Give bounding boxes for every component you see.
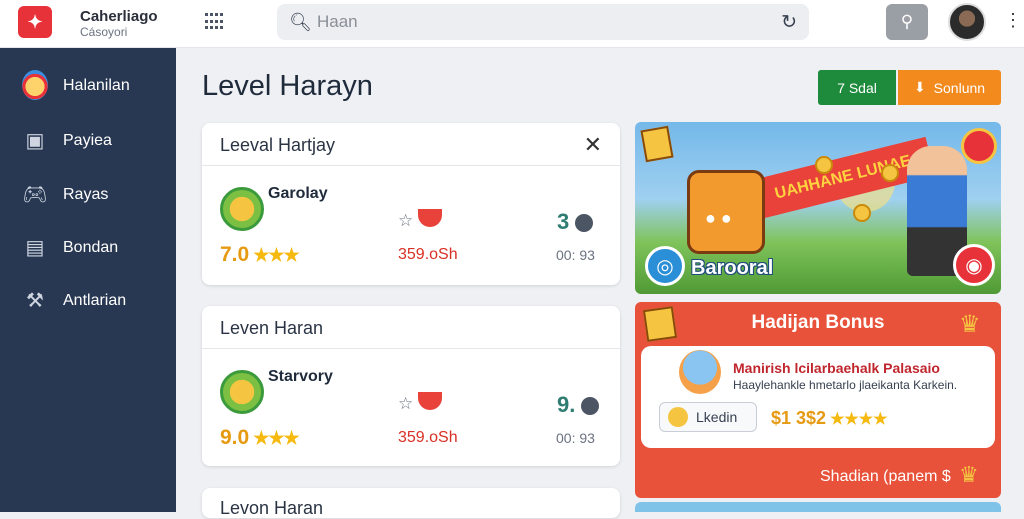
bonus-title: Hadijan Bonus xyxy=(751,312,885,333)
sidebar-item-label: Payiea xyxy=(63,132,112,149)
search-button-icon: ⚲ xyxy=(900,12,914,31)
rating: 9.0 ★★★ xyxy=(220,426,300,450)
count-value: 3 xyxy=(557,209,570,234)
tools-icon: ⚒ xyxy=(26,289,44,312)
green-action-button[interactable]: 7 Sdal xyxy=(818,70,896,105)
bonus-amount: $1 3$2 ★★★★ xyxy=(771,408,887,429)
level-card[interactable]: Levon Haran xyxy=(202,488,620,518)
brand-title: Caherliago xyxy=(80,8,158,25)
more-vertical-icon[interactable]: ⋮ xyxy=(1004,10,1022,31)
refresh-icon[interactable]: ↻ xyxy=(781,11,797,34)
blue-round-badge-icon[interactable]: ◎ xyxy=(645,246,685,286)
sidebar-item-label: Rayas xyxy=(63,186,109,203)
game-name: Garolay xyxy=(268,185,328,202)
bonus-footer-text[interactable]: Shadian (panem $ xyxy=(820,468,951,486)
price: 359.oSh xyxy=(398,429,458,446)
star-outline-icon[interactable]: ☆ xyxy=(398,211,413,231)
time: 00: 93 xyxy=(556,247,595,263)
stars-icon: ★★★★ xyxy=(830,411,888,428)
orange-action-button[interactable]: ⬇ Sonlunn xyxy=(898,70,1001,105)
search-bar: 🔍︎ ↻ xyxy=(277,4,809,40)
badge-icon xyxy=(581,397,600,416)
bowl-icon xyxy=(418,209,442,227)
inbox-icon: ▣ xyxy=(25,129,45,152)
top-bar: ✦ Caherliago Cásoyori 🔍︎ ↻ ⚲ ⋮ xyxy=(0,0,1024,48)
count: 9. xyxy=(557,392,600,418)
level-card[interactable]: Leeval Hartjay ✕ Garolay 7.0 ★★★ ☆ 359.oS… xyxy=(202,123,620,285)
search-button[interactable]: ⚲ xyxy=(886,4,928,40)
divider xyxy=(202,348,620,349)
bowl-icon xyxy=(418,392,442,410)
sidebar-item-antlarian[interactable]: ⚒ Antlarian xyxy=(0,279,176,323)
game-icon xyxy=(220,187,264,231)
card-title: Leeval Hartjay xyxy=(220,135,336,155)
sidebar-item-halanilan[interactable]: Halanilan xyxy=(0,64,176,108)
sidebar-item-label: Antlarian xyxy=(63,292,127,309)
rating-value: 9.0 xyxy=(220,426,250,449)
rating: 7.0 ★★★ xyxy=(220,243,300,267)
crown-icon: ♛ xyxy=(959,311,981,338)
count-value: 9. xyxy=(557,392,576,417)
app-logo-icon[interactable]: ✦ xyxy=(18,6,52,38)
avatar[interactable] xyxy=(948,3,986,41)
sidebar-item-label: Bondan xyxy=(63,239,119,256)
coin-icon xyxy=(815,156,833,174)
bag-face-icon: ● ● xyxy=(705,208,732,228)
next-banner-edge xyxy=(635,502,1001,512)
smiley-icon xyxy=(668,407,688,427)
coin-icon xyxy=(881,164,899,182)
promo-banner[interactable]: UAHHANE LUNAE ● ● ◎ Barooral ◉ xyxy=(635,122,1001,294)
sidebar: Halanilan ▣ Payiea 🎮︎ Rayas ▤ Bondan ⚒ A… xyxy=(0,48,176,512)
pill-label: Lkedin xyxy=(696,409,738,425)
divider xyxy=(202,165,620,166)
rating-value: 7.0 xyxy=(220,243,250,266)
coin-icon xyxy=(853,204,871,222)
card-title: Levon Haran xyxy=(220,498,324,518)
id-card-icon: ▤ xyxy=(25,236,45,259)
bonus-headline: Manirish lcilarbaehalk Palasaio xyxy=(733,360,940,376)
level-card[interactable]: Leven Haran Starvory 9.0 ★★★ ☆ 359.oSh 9.… xyxy=(202,306,620,466)
stars-icon: ★★★ xyxy=(253,428,299,448)
grid-icon[interactable] xyxy=(205,13,225,31)
sidebar-item-payiea[interactable]: ▣ Payiea xyxy=(0,119,176,163)
crown-icon: ♛ xyxy=(959,462,979,487)
bonus-card[interactable]: Manirish lcilarbaehalk Palasaio Haayleha… xyxy=(641,346,995,448)
time: 00: 93 xyxy=(556,430,595,446)
orange-button-label: Sonlunn xyxy=(933,79,986,96)
amount-value: $1 3$2 xyxy=(771,408,827,428)
badge-icon xyxy=(575,214,594,233)
brand-subtitle: Cásoyori xyxy=(80,25,128,39)
bonus-panel: Hadijan Bonus ♛ Manirish lcilarbaehalk P… xyxy=(635,302,1001,498)
gamepad-icon: 🎮︎ xyxy=(22,183,48,206)
search-icon: 🔍︎ xyxy=(289,12,312,32)
sidebar-item-rayas[interactable]: 🎮︎ Rayas xyxy=(0,173,176,217)
close-icon[interactable]: ✕ xyxy=(584,132,602,158)
page-title: Level Harayn xyxy=(202,70,373,102)
sidebar-item-bondan[interactable]: ▤ Bondan xyxy=(0,226,176,270)
stars-icon: ★★★ xyxy=(253,245,299,265)
star-outline-icon[interactable]: ☆ xyxy=(398,394,413,414)
bonus-description: Haaylehankle hmetarlo jlaeikanta Karkein… xyxy=(733,378,958,392)
arrow-down-icon: ⬇ xyxy=(913,79,926,95)
game-icon xyxy=(220,370,264,414)
game-name: Starvory xyxy=(268,368,333,385)
count: 3 xyxy=(557,209,594,235)
card-title: Leven Haran xyxy=(220,318,324,338)
red-round-badge-icon[interactable]: ◉ xyxy=(953,244,995,286)
promo-title: Barooral xyxy=(691,257,774,279)
sidebar-item-label: Halanilan xyxy=(63,77,130,94)
price-tag-icon xyxy=(640,125,674,163)
sale-badge-icon xyxy=(961,128,997,164)
price: 359.oSh xyxy=(398,246,458,263)
mascot-icon xyxy=(679,350,721,394)
search-input[interactable] xyxy=(317,10,737,34)
bonus-pill-button[interactable]: Lkedin xyxy=(659,402,757,432)
mascot-icon xyxy=(22,70,48,100)
